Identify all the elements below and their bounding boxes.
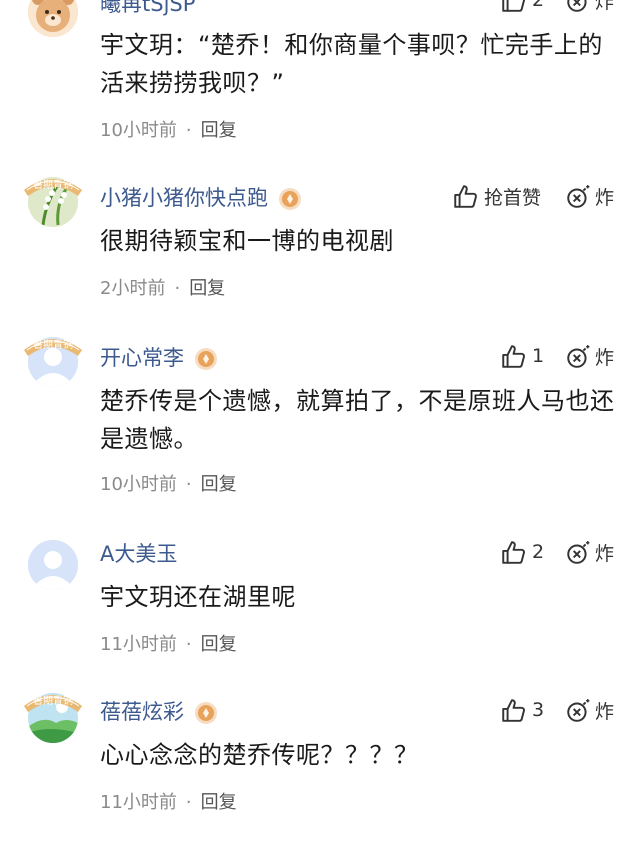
thumbs-up-icon	[502, 345, 525, 368]
burn-label: 炸	[594, 700, 614, 723]
username[interactable]: 开心常李	[100, 342, 218, 372]
thumbs-up-icon	[454, 185, 477, 208]
like-label: 抢首赞	[484, 186, 542, 209]
burn-label: 炸	[594, 542, 614, 565]
burn-label: 炸	[594, 0, 614, 13]
comment-time: 11小时前	[100, 792, 177, 813]
reply-button[interactable]: 回复	[201, 474, 237, 495]
comment-item: 小猪小猪你快点跑 抢首赞 炸 很期待颖宝和一博的电视剧 2小时前 · 回复	[0, 170, 640, 330]
reply-button[interactable]: 回复	[201, 792, 237, 813]
comment-meta: 10小时前 · 回复	[100, 474, 237, 495]
burn-button[interactable]: 炸	[565, 182, 614, 210]
avatar[interactable]	[22, 330, 83, 390]
like-count: 3	[532, 699, 545, 721]
summer-bronze-badge-icon	[23, 693, 83, 712]
comment-time: 2小时前	[100, 278, 166, 299]
avatar[interactable]	[22, 526, 82, 590]
bomb-icon	[567, 344, 591, 368]
like-count: 2	[532, 541, 545, 563]
comment-time: 11小时前	[100, 634, 177, 655]
burn-label: 炸	[594, 186, 614, 209]
comment-text: 心心念念的楚乔传呢？？？？	[100, 741, 419, 769]
username-text: 小猪小猪你快点跑	[100, 186, 268, 210]
summer-bronze-badge-icon	[23, 177, 83, 196]
comment-time: 10小时前	[100, 120, 177, 141]
burn-button[interactable]: 炸	[565, 0, 614, 14]
vip-badge-icon	[195, 348, 217, 370]
default-avatar-icon	[28, 540, 78, 590]
username[interactable]: 蓓蓓炫彩	[100, 696, 218, 726]
bear-avatar-icon	[28, 0, 78, 37]
summer-bronze-badge-icon	[23, 337, 83, 356]
comment-text: 宇文玥：“楚乔！和你商量个事呗？忙完手上的活来捞捞我呗？”	[100, 31, 603, 97]
reply-button[interactable]: 回复	[201, 634, 237, 655]
thumbs-up-icon	[502, 0, 525, 12]
burn-button[interactable]: 炸	[565, 696, 614, 724]
like-button[interactable]: 3	[500, 696, 544, 724]
comment-time: 10小时前	[100, 474, 177, 495]
like-count: 1	[532, 345, 545, 367]
avatar[interactable]	[22, 0, 82, 40]
avatar[interactable]	[22, 170, 83, 230]
like-button[interactable]: 2	[500, 0, 544, 14]
bomb-icon	[567, 184, 591, 208]
comment-meta: 2小时前 · 回复	[100, 278, 226, 299]
like-button[interactable]: 抢首赞	[452, 182, 541, 210]
bomb-icon	[567, 540, 591, 564]
comment-text: 楚乔传是个遗憾，就算拍了，不是原班人马也还是遗憾。	[100, 387, 615, 453]
thumbs-up-icon	[502, 541, 525, 564]
like-button[interactable]: 2	[500, 538, 544, 566]
thumbs-up-icon	[502, 699, 525, 722]
comment-meta: 11小时前 · 回复	[100, 792, 237, 813]
burn-button[interactable]: 炸	[565, 538, 614, 566]
username[interactable]: 小猪小猪你快点跑	[100, 182, 302, 212]
like-count: 2	[532, 0, 545, 11]
comment-text: 宇文玥还在湖里呢	[100, 583, 296, 611]
reply-button[interactable]: 回复	[189, 278, 225, 299]
username-text: 开心常李	[100, 346, 184, 370]
comment-item: 蓓蓓炫彩 3 炸 心心念念的楚乔传呢？？？？ 11小时前 · 回复	[0, 686, 640, 846]
bomb-icon	[567, 0, 591, 12]
comment-meta: 11小时前 · 回复	[100, 634, 237, 655]
comment-text: 很期待颖宝和一博的电视剧	[100, 227, 394, 255]
username[interactable]: 曦苒tSjSP	[100, 0, 195, 18]
bomb-icon	[567, 698, 591, 722]
vip-badge-icon	[279, 188, 301, 210]
like-button[interactable]: 1	[500, 342, 544, 370]
burn-label: 炸	[594, 346, 614, 369]
username-text: 蓓蓓炫彩	[100, 700, 184, 724]
username[interactable]: A大美玉	[100, 538, 177, 568]
avatar[interactable]	[22, 686, 83, 746]
vip-badge-icon	[195, 702, 217, 724]
burn-button[interactable]: 炸	[565, 342, 614, 370]
comment-item: A大美玉 2 炸 宇文玥还在湖里呢 11小时前 · 回复	[0, 526, 640, 686]
reply-button[interactable]: 回复	[201, 120, 237, 141]
comment-item: 开心常李 1 炸 楚乔传是个遗憾，就算拍了，不是原班人马也还是遗憾。 10小时前…	[0, 330, 640, 495]
comment-item: 曦苒tSjSP 2 炸 宇文玥：“楚乔！和你商量个事呗？忙完手上的活来捞捞我呗？…	[0, 0, 640, 141]
comment-meta: 10小时前 · 回复	[100, 120, 237, 141]
